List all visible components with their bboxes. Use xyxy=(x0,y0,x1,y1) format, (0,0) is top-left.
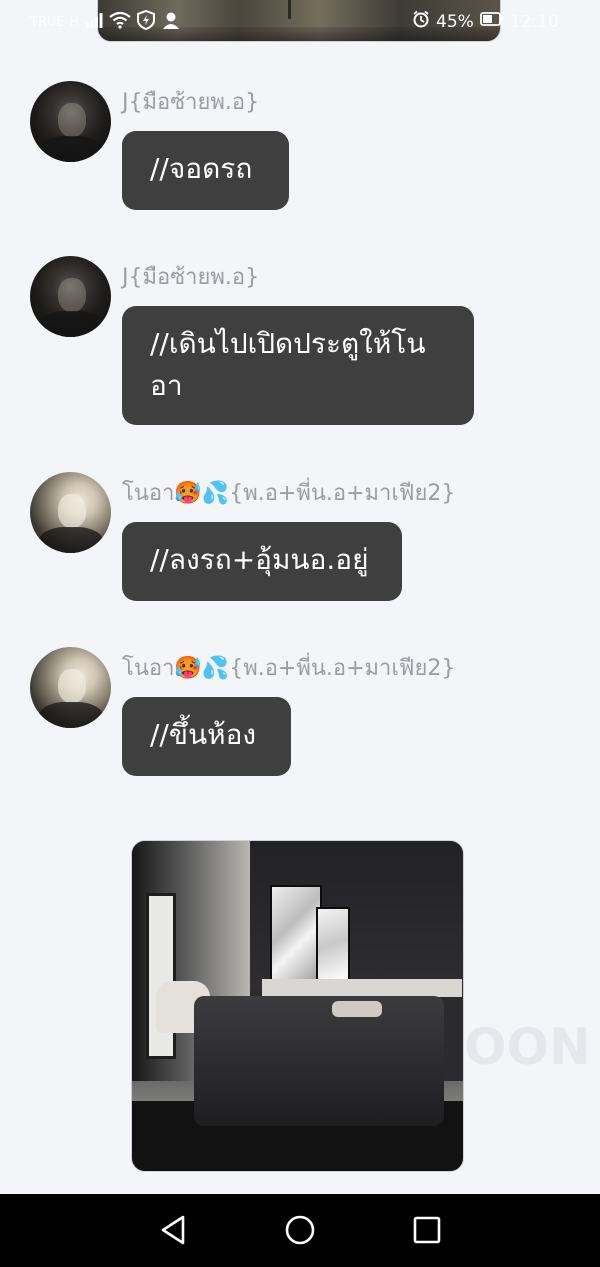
wall-art xyxy=(270,885,322,983)
home-circle-icon[interactable] xyxy=(282,1212,318,1248)
message-bubble[interactable]: //ขึ้นห้อง xyxy=(122,697,291,776)
avatar-body xyxy=(38,311,104,337)
avatar[interactable] xyxy=(30,647,111,728)
navigation-bar xyxy=(0,1194,600,1267)
avatar-face xyxy=(58,669,86,703)
avatar[interactable] xyxy=(30,256,111,337)
avatar-body xyxy=(38,136,104,162)
sender-name: J{มือซ้ายพ.อ} xyxy=(122,265,260,290)
sender-name: โนอา🥵💦{พ.อ+พี่น.อ+มาเฟีย2} xyxy=(122,656,456,681)
sender-name: โนอา🥵💦{พ.อ+พี่น.อ+มาเฟีย2} xyxy=(122,481,456,506)
avatar-face xyxy=(58,103,86,137)
pillow xyxy=(332,1001,382,1017)
app-icon xyxy=(161,10,181,34)
avatar[interactable] xyxy=(30,472,111,553)
back-triangle-icon[interactable] xyxy=(155,1212,191,1248)
recents-square-icon[interactable] xyxy=(409,1212,445,1248)
message-line: อา xyxy=(150,369,183,402)
signal-icon xyxy=(85,12,103,32)
clock: 12:10 xyxy=(509,11,559,32)
avatar-body xyxy=(38,527,104,553)
watermark: OON xyxy=(464,1018,591,1076)
alarm-icon xyxy=(412,10,430,33)
wall-art xyxy=(316,907,350,981)
sender-name: J{มือซ้ายพ.อ} xyxy=(122,90,260,115)
avatar-face xyxy=(58,278,86,312)
status-bar-left: TRUE-H xyxy=(30,9,181,34)
battery-percent: 45% xyxy=(436,11,474,32)
room-window xyxy=(146,893,176,1059)
message-bubble[interactable]: //จอดรถ xyxy=(122,131,289,210)
wifi-icon xyxy=(109,11,131,33)
avatar-body xyxy=(38,702,104,728)
bedroom-image[interactable] xyxy=(131,840,464,1172)
message-bubble[interactable]: //ลงรถ+อุ้มนอ.อยู่ xyxy=(122,522,402,601)
headboard-shelf xyxy=(262,979,462,997)
message-bubble[interactable]: //เดินไปเปิดประตูให้โน อา xyxy=(122,306,474,425)
message-line: //เดินไปเปิดประตูให้โน xyxy=(150,327,426,360)
lamp-post xyxy=(288,0,291,19)
shield-icon xyxy=(137,9,156,34)
avatar[interactable] xyxy=(30,81,111,162)
carrier-label: TRUE-H xyxy=(30,14,80,30)
status-bar-right: 45% 12:10 xyxy=(412,10,559,33)
battery-icon xyxy=(479,11,504,32)
bed xyxy=(194,996,444,1126)
avatar-face xyxy=(58,494,86,528)
